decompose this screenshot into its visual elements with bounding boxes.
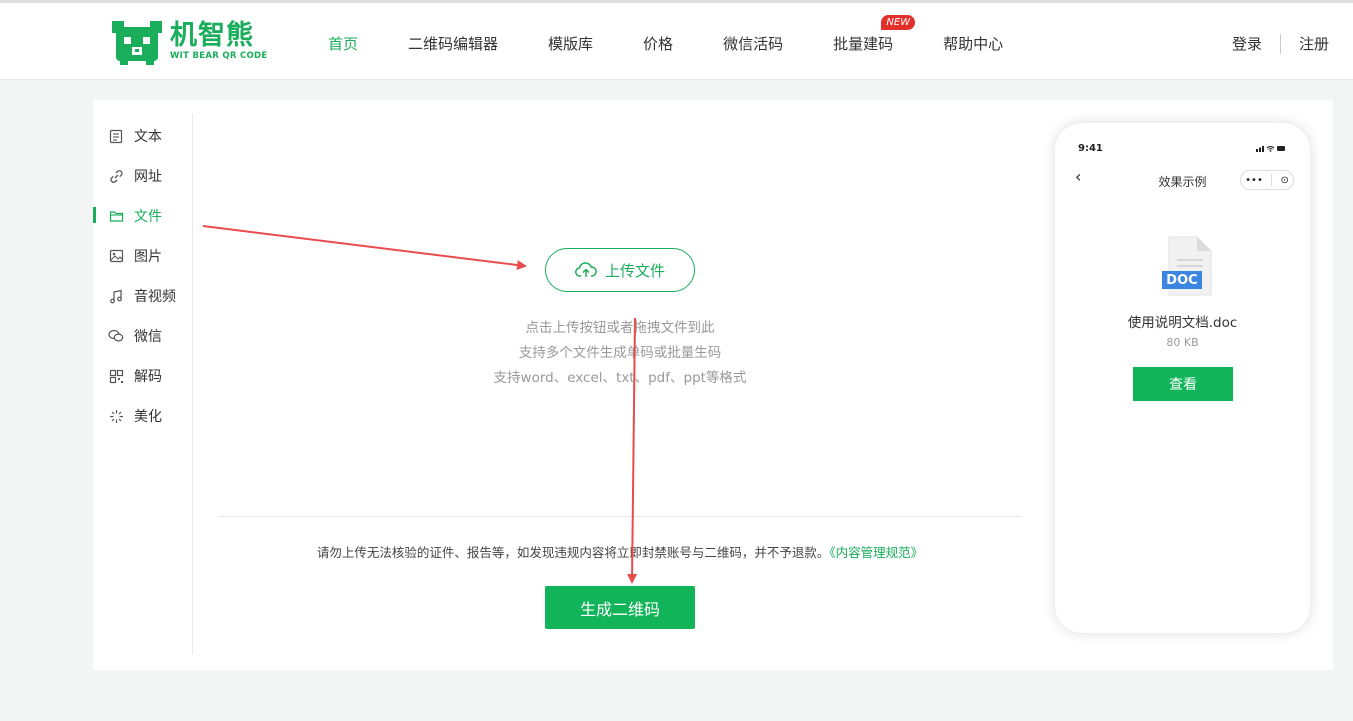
content-policy-link[interactable]: 《内容管理规范》 [829, 545, 923, 560]
sidebar-item-label: 文本 [134, 129, 162, 145]
upload-hint-2: 支持多个文件生成单码或批量生码 [518, 345, 722, 361]
auth-divider [1279, 33, 1281, 54]
nav-templates[interactable]: 模版库 [548, 33, 593, 54]
nav-batch-create[interactable]: 批量建码 NEW [833, 14, 916, 54]
qr-grid-icon [108, 368, 124, 384]
content-notice: 请勿上传无法核验的证件、报告等，如发现违规内容将立即封禁账号与二维码，并不予退款… [218, 542, 1022, 561]
close-target-icon[interactable]: ⊙ [1280, 175, 1288, 186]
sparkle-icon [108, 408, 124, 424]
status-time: 9:41 [1078, 143, 1103, 154]
upload-hint-3: 支持word、excel、txt、pdf、ppt等格式 [493, 370, 747, 386]
signal-wifi-battery-icon [1256, 146, 1285, 152]
main-nav: 首页 二维码编辑器 模版库 价格 微信活码 批量建码 NEW 帮助中心 [328, 3, 1003, 83]
sidebar-item-beautify[interactable]: 美化 [93, 404, 193, 428]
new-badge: NEW [881, 14, 916, 30]
link-icon [108, 168, 124, 184]
upload-file-button[interactable]: 上传文件 [545, 248, 695, 292]
top-header: 机智熊 WIT BEAR QR CODE 首页 二维码编辑器 模版库 价格 微信… [0, 0, 1353, 80]
sidebar-item-label: 美化 [134, 409, 162, 425]
preview-file-size: 80 KB [1166, 336, 1199, 349]
nav-home[interactable]: 首页 [328, 33, 358, 54]
brand-name: 机智熊 [170, 20, 254, 51]
sidebar-item-label: 音视频 [134, 289, 176, 305]
sidebar-item-label: 网址 [134, 169, 162, 185]
sidebar-item-audio-video[interactable]: 音视频 [93, 284, 193, 308]
preview-file-name: 使用说明文档.doc [1127, 315, 1238, 331]
more-dots-icon[interactable]: ••• [1245, 175, 1263, 186]
view-file-button[interactable]: 查看 [1133, 367, 1233, 401]
content-divider [218, 516, 1022, 517]
type-sidebar: 文本 网址 文件 图片 音视频 微信 解码 美化 [93, 114, 193, 654]
wechat-icon [108, 328, 124, 344]
notice-text: 请勿上传无法核验的证件、报告等，如发现违规内容将立即封禁账号与二维码，并不予退款… [316, 545, 830, 560]
brand-tagline: WIT BEAR QR CODE [170, 51, 268, 61]
generate-qr-button[interactable]: 生成二维码 [545, 586, 695, 629]
sidebar-item-decode[interactable]: 解码 [93, 364, 193, 388]
sidebar-item-label: 图片 [134, 249, 162, 265]
nav-batch-create-label: 批量建码 [833, 34, 894, 53]
sidebar-item-wechat[interactable]: 微信 [93, 324, 193, 348]
preview-phone: 9:41 ‹ 效果示例 ••• ⊙ DOC 使用说明文档.doc 80 KB 查… [1054, 122, 1311, 634]
main-card: 文本 网址 文件 图片 音视频 微信 解码 美化 上传文件 点击上传按钮或者拖拽… [93, 100, 1333, 670]
login-link[interactable]: 登录 [1232, 33, 1262, 54]
nav-help[interactable]: 帮助中心 [943, 33, 1003, 54]
doc-badge: DOC [1166, 273, 1198, 288]
status-icons [1256, 144, 1286, 155]
upload-file-label: 上传文件 [604, 261, 665, 280]
miniapp-capsule[interactable]: ••• ⊙ [1240, 170, 1294, 190]
sidebar-item-label: 解码 [134, 369, 162, 385]
brand-logo[interactable]: 机智熊 WIT BEAR QR CODE [110, 17, 268, 65]
register-link[interactable]: 注册 [1299, 33, 1329, 54]
nav-pricing[interactable]: 价格 [643, 33, 673, 54]
sidebar-item-text[interactable]: 文本 [93, 124, 193, 148]
nav-wechat-code[interactable]: 微信活码 [723, 33, 783, 54]
folder-icon [108, 208, 124, 224]
image-icon [108, 248, 124, 264]
cloud-upload-icon [574, 262, 597, 277]
auth-links: 登录 注册 [1232, 33, 1329, 54]
music-icon [108, 288, 124, 304]
nav-qr-editor[interactable]: 二维码编辑器 [408, 33, 498, 54]
sidebar-item-file[interactable]: 文件 [93, 204, 193, 228]
text-doc-icon [108, 128, 124, 144]
upload-hint-1: 点击上传按钮或者拖拽文件到此 [525, 320, 715, 336]
capsule-divider [1271, 174, 1273, 186]
sidebar-item-label: 文件 [134, 209, 162, 225]
sidebar-item-label: 微信 [134, 329, 162, 345]
sidebar-item-image[interactable]: 图片 [93, 244, 193, 268]
bear-logo-icon [112, 21, 162, 65]
sidebar-item-url[interactable]: 网址 [93, 164, 193, 188]
